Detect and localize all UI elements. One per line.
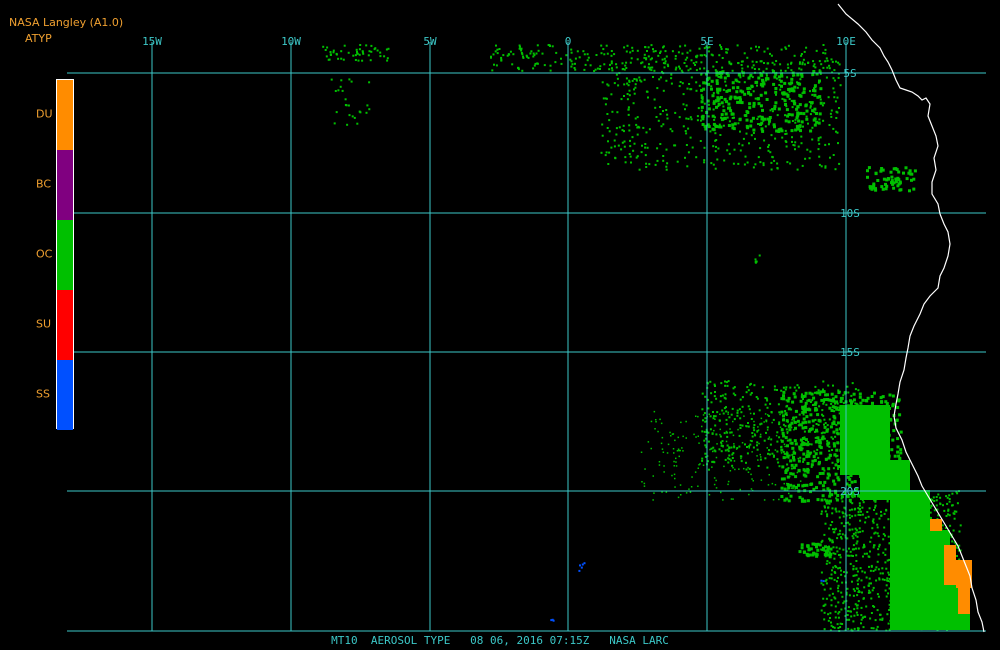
legend-label-ss: SS	[36, 387, 50, 401]
longitude-label: 5E	[700, 35, 713, 48]
aerosol-pixels-oc	[322, 44, 390, 62]
legend-swatch-bc	[57, 150, 73, 220]
legend-label-bc: BC	[36, 177, 52, 191]
aerosol-pixels-oc	[866, 166, 917, 193]
longitude-label: 0	[565, 35, 572, 48]
aerosol-pixels-oc	[490, 44, 833, 72]
aerosol-pixels-ss	[550, 618, 555, 622]
aerosol-pixels-oc	[700, 70, 823, 133]
latitude-label: 5S	[843, 67, 856, 80]
legend-label-su: SU	[36, 317, 52, 331]
grid-labels: 15W 10W 5W 0 5E 10E 5S 10S 15S 20S	[142, 35, 860, 498]
aerosol-pixels-ss	[578, 562, 586, 572]
lat-lon-grid	[67, 42, 986, 632]
aerosol-type-map: 15W 10W 5W 0 5E 10E 5S 10S 15S 20S	[67, 3, 986, 633]
latitude-label: 15S	[840, 346, 860, 359]
aerosol-pixels-oc	[640, 410, 802, 501]
aerosol-type-legend-bar	[56, 79, 74, 430]
longitude-label: 5W	[423, 35, 437, 48]
longitude-label: 15W	[142, 35, 162, 48]
aerosol-pixels-oc	[330, 78, 371, 126]
aerosol-block-du	[944, 545, 956, 585]
legend-label-du: DU	[36, 107, 53, 121]
map-footer-caption: MT10 AEROSOL TYPE 08 06, 2016 07:15Z NAS…	[331, 634, 669, 647]
legend-swatch-ss	[57, 360, 73, 430]
aerosol-block-du	[930, 519, 942, 531]
longitude-label: 10W	[281, 35, 301, 48]
legend-swatch-su	[57, 290, 73, 360]
aerosol-block-du	[958, 588, 970, 614]
legend-swatch-du	[57, 80, 73, 150]
latitude-label: 10S	[840, 207, 860, 220]
aerosol-pixels-oc	[754, 254, 761, 264]
legend-swatch-oc	[57, 220, 73, 290]
aerosol-pixels-oc	[798, 542, 833, 559]
aerosol-pixels-ss	[820, 579, 825, 583]
latitude-label: 20S	[840, 485, 860, 498]
legend-label-oc: OC	[36, 247, 53, 261]
longitude-label: 10E	[836, 35, 856, 48]
aerosol-layer	[322, 44, 972, 632]
